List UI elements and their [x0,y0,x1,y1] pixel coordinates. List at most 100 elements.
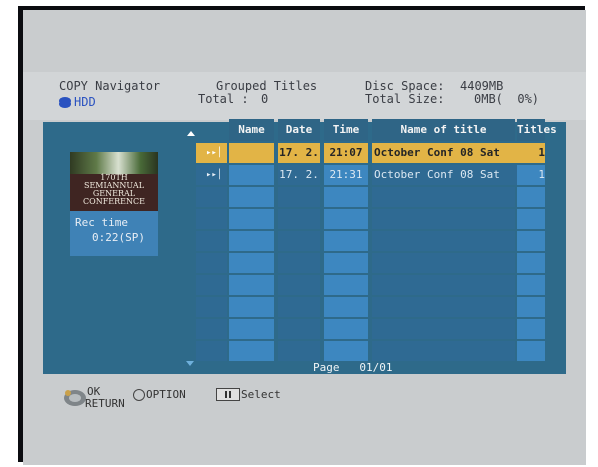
cell-date [278,297,320,317]
cell-titles [517,297,545,317]
thumbnail-image [70,152,158,174]
cell-date [278,253,320,273]
cell-title [372,341,515,361]
disc-space-value: 4409MB [460,79,504,93]
page-label: Page [313,361,340,374]
header-bar: COPY Navigator Grouped Titles Total : 0 … [23,72,586,120]
cell-name [229,143,274,163]
row-icon-cell: ▸▸│ [196,165,227,185]
view-title: Grouped Titles [216,79,318,93]
table-row-empty [171,297,545,317]
table-row-empty [171,209,545,229]
col-header-date[interactable]: Date [278,119,320,141]
option-circle-icon [133,389,145,401]
cell-date [278,319,320,339]
cell-date [278,209,320,229]
col-header-time[interactable]: Time [324,119,368,141]
rec-time-box: Rec time 0:22(SP) [70,211,158,256]
table-row-empty [171,341,545,361]
cell-name [229,341,274,361]
cell-titles [517,209,545,229]
scroll-down-arrow-icon[interactable] [186,361,194,366]
table-row[interactable]: ▸▸│ 17. 2. 21:31 October Conf 08 Sat 1 [171,165,545,185]
cell-time [324,253,368,273]
cell-time: 21:07 [324,143,368,163]
hdd-indicator: HDD [59,95,96,109]
table-row-empty [171,253,545,273]
table-row-empty [171,231,545,251]
rec-time-label: Rec time [75,216,128,229]
total-value: 0 [261,92,269,106]
cell-date: 17. 2. [278,165,320,185]
cell-titles [517,231,545,251]
hdd-label: HDD [74,95,96,109]
cell-date: 17. 2. [278,143,320,163]
col-header-name-of-title[interactable]: Name of title [372,119,515,141]
cell-title [372,319,515,339]
pause-key-icon [216,388,240,401]
cell-title [372,209,515,229]
skip-forward-icon: ▸▸│ [206,170,223,180]
hdd-icon [59,97,71,105]
cell-time [324,231,368,251]
cell-titles [517,253,545,273]
cell-time [324,209,368,229]
cell-name [229,231,274,251]
cell-time [324,275,368,295]
cell-title [372,253,515,273]
cell-title [372,275,515,295]
cell-title [372,187,515,207]
table-row[interactable]: ▸▸│ 17. 2. 21:07 October Conf 08 Sat 1 [171,143,545,163]
thumbnail-text: 170TH SEMIANNUAL GENERAL CONFERENCE [70,174,158,206]
cell-titles: 1 [517,165,545,185]
cell-date [278,275,320,295]
cell-titles [517,187,545,207]
cell-time [324,297,368,317]
table-row-empty [171,275,545,295]
cell-titles [517,319,545,339]
cell-titles [517,341,545,361]
row-icon-cell [196,319,227,339]
row-icon-cell: ▸▸│ [196,143,227,163]
page-value: 01/01 [359,361,393,374]
disc-space-label: Disc Space: [365,79,445,93]
row-icon-cell [196,275,227,295]
cell-name [229,319,274,339]
footer-bar: OK RETURN OPTION Select [23,376,586,465]
row-icon-cell [196,209,227,229]
table-row-empty [171,319,545,339]
return-label[interactable]: RETURN [85,397,125,410]
scroll-up-arrow-icon[interactable] [187,131,195,136]
app-title: COPY Navigator [59,79,161,93]
cell-date [278,341,320,361]
title-thumbnail: 170TH SEMIANNUAL GENERAL CONFERENCE [70,152,158,216]
cell-name [229,253,274,273]
skip-forward-icon: ▸▸│ [206,148,223,158]
thumbnail-text-line: CONFERENCE [83,197,145,206]
total-size-label: Total Size: [365,92,445,106]
cell-name [229,275,274,295]
row-icon-cell [196,187,227,207]
cell-time [324,187,368,207]
table-row-empty [171,187,545,207]
cell-title: October Conf 08 Sat [372,165,517,185]
row-icon-cell [196,297,227,317]
col-header-name[interactable]: Name [229,119,274,141]
col-header-titles[interactable]: Titles [517,119,557,141]
cell-title [372,297,515,317]
cell-name [229,165,274,185]
total-label: Total : [198,92,249,106]
cell-time: 21:31 [324,165,368,185]
row-icon-cell [196,253,227,273]
row-icon-cell [196,341,227,361]
cell-title: October Conf 08 Sat [372,143,517,163]
cell-time [324,341,368,361]
cell-name [229,187,274,207]
cell-date [278,187,320,207]
cell-name [229,297,274,317]
cell-time [324,319,368,339]
select-label[interactable]: Select [241,388,281,401]
cell-title [372,231,515,251]
row-icon-cell [196,231,227,251]
option-label[interactable]: OPTION [146,388,186,401]
